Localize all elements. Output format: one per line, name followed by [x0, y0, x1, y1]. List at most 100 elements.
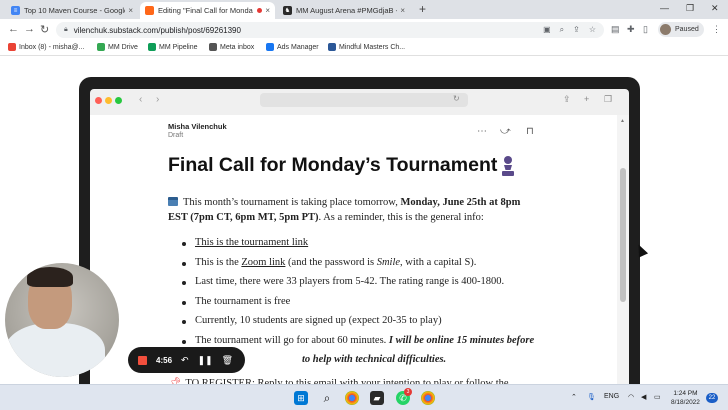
- lock-icon: 🔒︎: [64, 26, 68, 33]
- chess-icon: [328, 43, 336, 51]
- mac-minimize-icon[interactable]: [105, 97, 112, 104]
- avatar: [660, 24, 671, 35]
- list-item: This is the tournament link: [176, 237, 534, 257]
- gmail-icon: [8, 43, 16, 51]
- start-icon[interactable]: ⊞: [294, 391, 308, 405]
- close-tab-icon[interactable]: ×: [128, 6, 133, 15]
- tournament-link[interactable]: This is the tournament link: [195, 237, 308, 248]
- chrome-icon[interactable]: [345, 391, 359, 405]
- mac-close-icon[interactable]: [95, 97, 102, 104]
- ads-manager-icon: [266, 43, 274, 51]
- list-item: Currently, 10 students are signed up (ex…: [176, 315, 534, 335]
- lichess-icon: ♞: [283, 6, 292, 15]
- mac-zoom-icon[interactable]: [115, 97, 122, 104]
- bookmark-inbox[interactable]: Inbox (8) - misha@...: [8, 43, 84, 51]
- trash-icon[interactable]: 🗑︎: [222, 355, 233, 366]
- battery-icon[interactable]: ▭: [654, 393, 661, 401]
- minimize-icon[interactable]: —: [660, 3, 669, 13]
- webcam-bubble[interactable]: [5, 263, 119, 377]
- post-status: Draft: [168, 132, 184, 139]
- intro-line-1: This month’s tournament is taking place …: [168, 197, 520, 208]
- close-tab-icon[interactable]: ×: [400, 6, 405, 15]
- reload-icon[interactable]: ↻: [40, 23, 49, 36]
- microphone-icon[interactable]: 🎙︎: [587, 393, 596, 401]
- recording-dot-icon: [257, 8, 263, 13]
- search-icon[interactable]: ⌕: [560, 25, 564, 35]
- bookmark-ads-manager[interactable]: Ads Manager: [266, 43, 319, 51]
- file-explorer-icon[interactable]: ▰: [370, 391, 384, 405]
- mac-tabs-icon[interactable]: ❐: [604, 94, 612, 105]
- list-item: Last time, there were 33 players from 5-…: [176, 276, 534, 296]
- more-options-icon[interactable]: ⋯: [477, 126, 487, 137]
- tab-substack-editor[interactable]: Editing "Final Call for Monda ×: [140, 2, 275, 19]
- puzzle-icon[interactable]: ✚: [627, 24, 635, 35]
- close-tab-icon[interactable]: ×: [265, 6, 270, 15]
- substack-icon: [145, 6, 154, 15]
- maximize-icon[interactable]: ❐: [686, 3, 694, 14]
- tab-lichess-arena[interactable]: ♞ MM August Arena #PMGdjaB - l ×: [278, 2, 410, 19]
- bookmarks-bar: Inbox (8) - misha@... MM Drive MM Pipeli…: [0, 41, 728, 56]
- close-window-icon[interactable]: ✕: [711, 3, 719, 14]
- tab-strip: ≡ Top 10 Maven Course - Google D × Editi…: [0, 0, 728, 19]
- stop-recording-button[interactable]: [138, 355, 147, 365]
- sheets-icon: [148, 43, 156, 51]
- mac-new-tab-icon[interactable]: +: [584, 94, 589, 104]
- tab-title: MM August Arena #PMGdjaB - l: [296, 6, 398, 15]
- camera-icon[interactable]: ▣: [543, 25, 551, 35]
- list-item: This is the Zoom link (and the password …: [176, 257, 534, 277]
- new-tab-icon[interactable]: +: [419, 2, 426, 16]
- bookmark-star-icon[interactable]: ☆: [589, 25, 596, 35]
- tab-title: Top 10 Maven Course - Google D: [24, 6, 126, 15]
- post-author: Misha Vilenchuk: [168, 122, 227, 131]
- url-text: vilenchuk.substack.com/publish/post/6926…: [73, 25, 241, 35]
- calendar-icon: [168, 197, 178, 206]
- tab-title: Editing "Final Call for Monda: [158, 6, 253, 15]
- bookmark-icon[interactable]: ⊓: [526, 126, 534, 137]
- drive-icon: [97, 43, 105, 51]
- share-icon[interactable]: ⇪: [573, 25, 580, 35]
- clock-time: 1:24 PM: [673, 390, 698, 397]
- mac-back-icon[interactable]: ‹: [139, 94, 142, 105]
- post-title[interactable]: Final Call for Monday’s Tournament: [168, 154, 497, 177]
- forward-icon[interactable]: →: [24, 23, 35, 35]
- mac-reload-icon[interactable]: ↻: [453, 94, 460, 103]
- menu-icon[interactable]: ⋮: [712, 24, 721, 35]
- scrollbar-thumb[interactable]: [620, 168, 626, 302]
- webcam-shirt: [5, 323, 105, 377]
- zoom-link[interactable]: Zoom link: [241, 257, 285, 268]
- search-icon[interactable]: ⌕: [320, 391, 334, 405]
- intro-line-2: EST (7pm CT, 6pm MT, 5pm PT). As a remin…: [168, 212, 484, 223]
- chess-pawn-icon: [502, 156, 514, 176]
- profile-status: Paused: [675, 26, 699, 33]
- browser-toolbar: ← → ↻ 🔒︎ vilenchuk.substack.com/publish/…: [0, 19, 728, 41]
- tray-chevron-icon[interactable]: ⌃: [571, 393, 577, 401]
- address-bar[interactable]: 🔒︎ vilenchuk.substack.com/publish/post/6…: [56, 22, 604, 38]
- notification-count[interactable]: 22: [706, 393, 718, 403]
- bookmark-mindful-masters[interactable]: Mindful Masters Ch...: [328, 43, 405, 51]
- mac-address-bar[interactable]: [260, 93, 468, 107]
- language-indicator[interactable]: ENG: [604, 393, 619, 400]
- pause-icon[interactable]: ❚❚: [198, 355, 213, 366]
- list-item: The tournament is free: [176, 296, 534, 316]
- system-clock[interactable]: 1:24 PM 8/18/2022: [671, 389, 700, 407]
- wifi-icon[interactable]: ◠: [628, 393, 634, 401]
- scroll-up-icon[interactable]: ▲: [620, 118, 625, 124]
- extension-icon[interactable]: ▤: [611, 24, 620, 35]
- recording-controls: 4:56 ↶ ❚❚ 🗑︎: [128, 347, 245, 373]
- whatsapp-badge: 3: [404, 388, 412, 396]
- tab-google-doc[interactable]: ≡ Top 10 Maven Course - Google D ×: [6, 2, 138, 19]
- volume-icon[interactable]: ◀︎: [641, 393, 646, 401]
- bookmark-mm-drive[interactable]: MM Drive: [97, 43, 138, 51]
- bookmark-mm-pipeline[interactable]: MM Pipeline: [148, 43, 198, 51]
- webcam-hair: [27, 267, 73, 287]
- windows-taskbar: ⊞ ⌕ ▰ ✆ 3 ⌃ 🎙︎ ENG ◠ ◀︎ ▭ 1:24 PM 8/18/2…: [0, 384, 728, 410]
- mac-forward-icon[interactable]: ›: [156, 94, 159, 105]
- undo-icon[interactable]: ↶: [181, 355, 189, 366]
- chrome-profile-icon[interactable]: [421, 391, 435, 405]
- mac-share-icon[interactable]: ⇪: [563, 94, 571, 105]
- profile-button[interactable]: Paused: [658, 22, 704, 37]
- bookmark-meta-inbox[interactable]: Meta inbox: [209, 43, 254, 51]
- share-icon[interactable]: ⤻: [500, 126, 511, 137]
- back-icon[interactable]: ←: [8, 23, 19, 35]
- side-panel-icon[interactable]: ▯: [643, 24, 648, 35]
